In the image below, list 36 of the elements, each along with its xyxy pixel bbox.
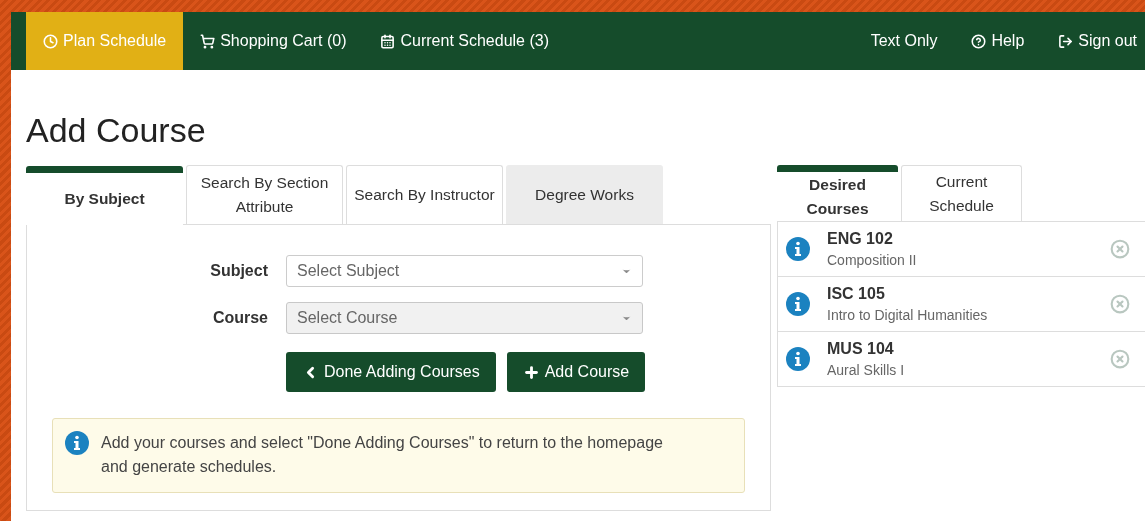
field-label: Subject [209,261,268,281]
nav-link[interactable]: Text Only [853,12,955,70]
search-tab[interactable]: Degree Works [506,165,663,224]
remove-icon[interactable] [1110,239,1130,259]
select-field[interactable]: Select Subject [286,255,643,287]
help-icon [971,33,987,49]
course-name: Aural Skills I [827,361,906,380]
search-tab[interactable]: By Subject [26,166,183,225]
info-icon [786,347,810,371]
info-icon [786,237,810,261]
search-tab[interactable]: Search By Section Attribute [186,165,343,224]
action-button[interactable]: Add Course [506,352,646,392]
course-name: Intro to Digital Humanities [827,306,989,325]
remove-icon[interactable] [1110,349,1130,369]
nav-link[interactable]: Sign out [1041,12,1137,70]
page-title: Add Course [26,110,207,150]
course-code: ISC 105 [827,284,886,304]
course-code: MUS 104 [827,339,895,359]
course-code: ENG 102 [827,229,894,249]
remove-icon[interactable] [1110,294,1130,314]
nav-link[interactable]: Shopping Cart (0) [183,12,364,70]
action-button[interactable]: Done Adding Courses [286,352,496,392]
search-tab[interactable]: Search By Instructor [346,165,503,224]
notice-text: Add your courses and select "Done Adding Courses" to return to the homepage and generate schedules. [101,433,664,477]
calendar-icon [380,33,396,49]
nav-link[interactable]: Help [954,12,1042,70]
course-list-tab[interactable]: Current Schedule [901,165,1022,221]
info-icon [786,292,810,316]
plus-icon [522,363,540,381]
info-icon [65,431,89,455]
nav-link[interactable]: Current Schedule (3) [363,12,566,70]
clock-icon [43,33,58,49]
course-name: Composition II [827,251,918,270]
sign-out-icon [1058,33,1074,49]
field-label: Course [211,308,268,328]
cart-icon [200,33,216,49]
